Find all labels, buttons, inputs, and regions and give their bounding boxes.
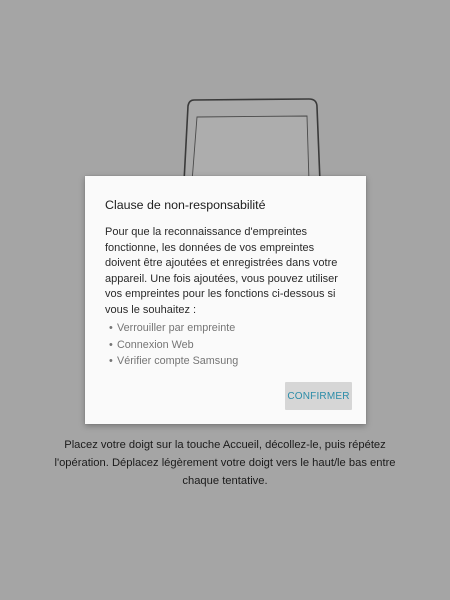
feature-list: • Verrouiller par empreinte • Connexion We…	[109, 320, 238, 370]
dialog-body-text: Pour que la reconnaissance d'empreintes …	[105, 226, 338, 316]
list-item: • Vérifier compte Samsung	[109, 353, 238, 370]
instruction-text: Placez votre doigt sur la touche Accueil…	[54, 439, 396, 487]
disclaimer-dialog: Clause de non-responsabilité Pour que la…	[85, 176, 366, 424]
list-item: • Verrouiller par empreinte	[109, 320, 238, 337]
bullet-icon: •	[109, 338, 113, 351]
bullet-icon: •	[109, 355, 113, 367]
bullet-icon: •	[109, 322, 113, 334]
list-item: • Connexion Web	[109, 337, 238, 354]
confirm-button[interactable]: CONFIRMER	[285, 382, 352, 410]
dialog-title: Clause de non-responsabilité	[105, 198, 266, 212]
